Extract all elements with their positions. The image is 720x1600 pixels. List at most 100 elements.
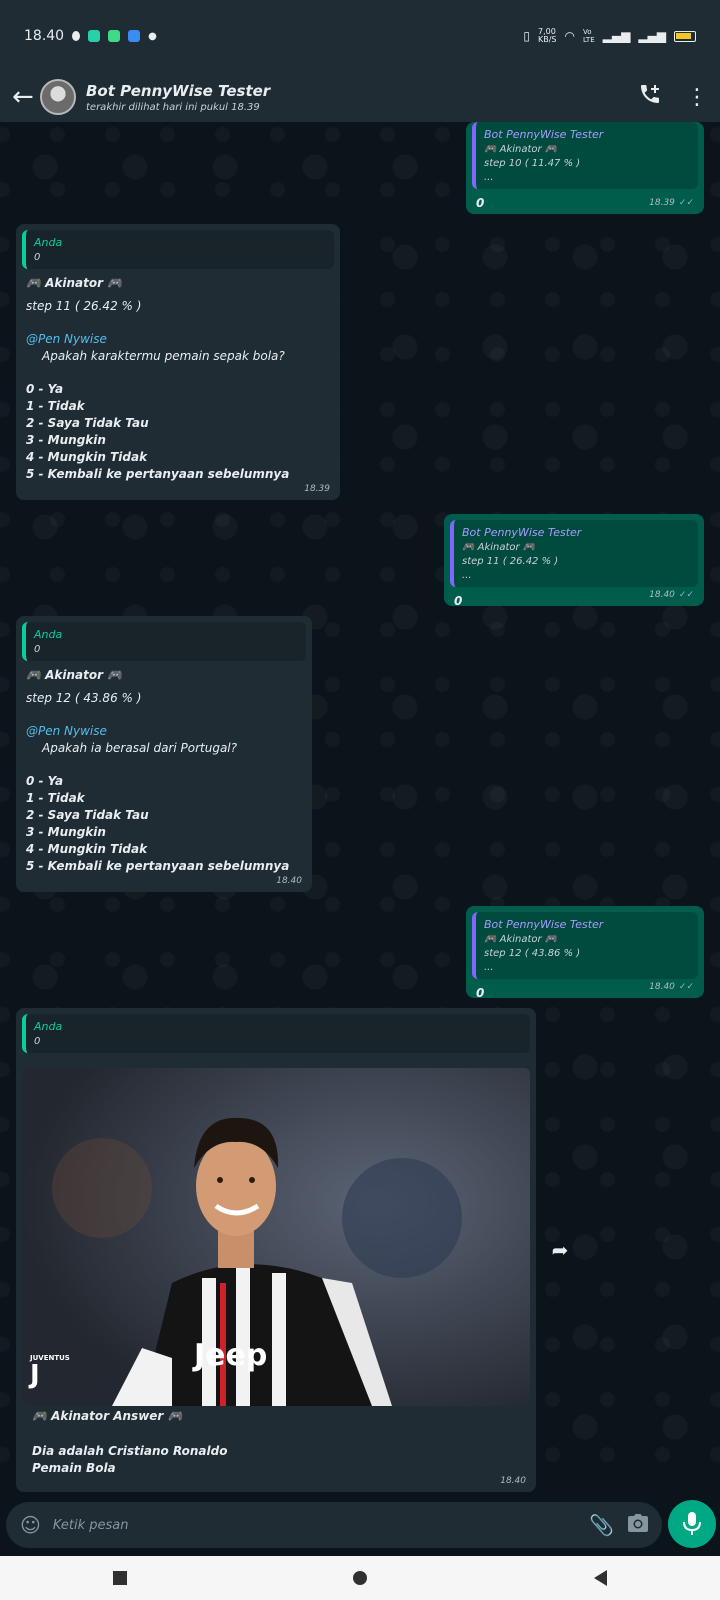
quoted-message[interactable]: Bot PennyWise Tester 🎮 Akinator 🎮 step 1…	[472, 122, 698, 189]
message-composer: ☺ 📎	[6, 1502, 662, 1548]
message-time: 18.40	[276, 876, 302, 886]
quote-author: Anda	[34, 628, 63, 641]
answer-option: 2 - Saya Tidak Tau	[26, 416, 149, 430]
quoted-message[interactable]: Bot PennyWise Tester 🎮 Akinator 🎮 step 1…	[472, 912, 698, 979]
battery-icon	[674, 30, 696, 42]
answer-option: 5 - Kembali ke pertanyaan sebelumnya	[26, 467, 290, 481]
quote-line: step 12 ( 43.86 % )	[484, 948, 581, 959]
message-bubble-incoming[interactable]: Anda 0 🎮 Akinator 🎮 step 11 ( 26.42 % ) …	[16, 224, 340, 500]
answer-option: 2 - Saya Tidak Tau	[26, 808, 149, 822]
read-ticks-icon: ✓✓	[678, 982, 694, 992]
answer-option: 5 - Kembali ke pertanyaan sebelumnya	[26, 859, 290, 873]
emoji-icon[interactable]: ☺	[20, 1513, 41, 1537]
akinator-question: Apakah karaktermu pemain sepak bola?	[42, 349, 285, 363]
status-time: 18.40	[24, 28, 65, 44]
answer-option: 4 - Mungkin Tidak	[26, 842, 148, 856]
chat-title: Bot PennyWise Tester	[86, 81, 271, 100]
quote-line: 0	[34, 644, 41, 655]
mic-icon	[683, 1512, 701, 1535]
wifi-icon: ◠	[564, 29, 575, 43]
akinator-step: step 12 ( 43.86 % )	[26, 691, 142, 705]
akinator-answer-line: Dia adalah Cristiano Ronaldo	[32, 1444, 228, 1458]
message-time: 18.40	[500, 1476, 526, 1486]
answer-option: 0 - Ya	[26, 774, 64, 788]
home-button[interactable]	[353, 1571, 368, 1585]
quoted-message[interactable]: Anda 0	[22, 230, 334, 269]
recents-button[interactable]	[113, 1571, 128, 1585]
back-button[interactable]	[593, 1570, 607, 1586]
answer-option: 3 - Mungkin	[26, 433, 106, 447]
quoted-message[interactable]: Bot PennyWise Tester 🎮 Akinator 🎮 step 1…	[450, 520, 698, 587]
message-bubble-incoming[interactable]: Anda 0 🎮 Akinator 🎮 step 12 ( 43.86 % ) …	[16, 616, 312, 892]
quote-line: 0	[34, 1036, 41, 1047]
message-bubble-outgoing[interactable]: Bot PennyWise Tester 🎮 Akinator 🎮 step 1…	[466, 906, 704, 1000]
more-notifications-dot-icon: ●	[148, 30, 157, 42]
read-ticks-icon: ✓✓	[678, 198, 694, 208]
akinator-title: 🎮 Akinator 🎮	[26, 276, 123, 290]
answer-option: 1 - Tidak	[26, 399, 85, 413]
quote-line: 0	[34, 252, 41, 263]
message-time: 18.40 ✓✓	[649, 590, 694, 600]
read-ticks-icon: ✓✓	[678, 590, 694, 600]
akinator-question: Apakah ia berasal dari Portugal?	[42, 741, 237, 755]
volte-indicator: Vo LTE	[582, 28, 595, 44]
answer-option: 4 - Mungkin Tidak	[26, 450, 148, 464]
message-input[interactable]	[52, 1517, 576, 1533]
quote-author: Bot PennyWise Tester	[484, 918, 604, 931]
message-bubble-outgoing[interactable]: Bot PennyWise Tester 🎮 Akinator 🎮 step 1…	[466, 122, 704, 214]
signal-icon-2: ▂▄▆	[638, 29, 666, 43]
message-photo[interactable]: JUVENTUS J Jeep	[22, 1068, 530, 1406]
answer-option: 3 - Mungkin	[26, 825, 106, 839]
answer-options: 0 - Ya 1 - Tidak 2 - Saya Tidak Tau 3 - …	[16, 381, 340, 483]
quote-line: 🎮 Akinator 🎮	[484, 144, 558, 155]
jersey-sponsor: Jeep	[194, 1338, 268, 1373]
message-time: 18.39	[304, 484, 330, 494]
chat-header-info[interactable]: Bot PennyWise Tester terakhir dilihat ha…	[86, 82, 270, 113]
quote-line: ...	[484, 962, 494, 973]
quote-line: 🎮 Akinator 🎮	[484, 934, 558, 945]
quote-line: 🎮 Akinator 🎮	[462, 542, 536, 553]
quote-author: Bot PennyWise Tester	[462, 526, 582, 539]
quoted-message[interactable]: Anda 0	[22, 1014, 530, 1053]
quote-line: step 10 ( 11.47 % )	[484, 158, 581, 169]
avatar[interactable]	[40, 79, 76, 115]
mention-link[interactable]: @Pen Nywise	[16, 331, 340, 348]
akinator-answer-line: Pemain Bola	[32, 1461, 116, 1475]
status-bar: 18.40 ● ▯ 7,00 KB/S ◠ Vo LTE ▂▄▆ ▂▄▆	[0, 0, 720, 72]
vibrate-icon: ▯	[523, 29, 530, 43]
quote-author: Anda	[34, 1020, 63, 1033]
system-nav-bar	[0, 1556, 720, 1600]
club-logo-mark: J	[30, 1360, 40, 1390]
quote-author: Bot PennyWise Tester	[484, 128, 604, 141]
quote-line: step 11 ( 26.42 % )	[462, 556, 559, 567]
mention-link[interactable]: @Pen Nywise	[16, 723, 312, 740]
back-arrow-icon[interactable]: ←	[12, 82, 36, 112]
quote-author: Anda	[34, 236, 63, 249]
club-logo: JUVENTUS J	[30, 1354, 70, 1390]
quote-line: ...	[462, 570, 472, 581]
attach-icon[interactable]: 📎	[589, 1513, 614, 1537]
answer-option: 1 - Tidak	[26, 791, 85, 805]
net-speed: 7,00 KB/S	[537, 27, 557, 44]
forward-icon[interactable]: ➦	[546, 1236, 574, 1264]
message-bubble-outgoing[interactable]: Bot PennyWise Tester 🎮 Akinator 🎮 step 1…	[444, 514, 704, 608]
answer-options: 0 - Ya 1 - Tidak 2 - Saya Tidak Tau 3 - …	[16, 773, 312, 875]
last-seen: terakhir dilihat hari ini pukul 18.39	[86, 101, 260, 113]
signal-icon-1: ▂▄▆	[602, 29, 631, 43]
quote-line: ...	[484, 172, 494, 183]
more-options-icon[interactable]: ⋮	[686, 85, 708, 110]
akinator-step: step 11 ( 26.42 % )	[26, 299, 142, 313]
message-time: 18.40 ✓✓	[649, 982, 694, 992]
message-time: 18.39 ✓✓	[649, 198, 694, 208]
mic-button[interactable]	[668, 1500, 716, 1548]
add-call-icon[interactable]	[638, 82, 662, 112]
app-icon-2	[108, 30, 121, 42]
app-icon-3	[128, 30, 141, 42]
quoted-message[interactable]: Anda 0	[22, 622, 306, 661]
answer-option: 0 - Ya	[26, 382, 64, 396]
camera-icon[interactable]	[628, 1513, 648, 1537]
notification-bell-icon	[72, 31, 81, 41]
akinator-title: 🎮 Akinator 🎮	[26, 668, 123, 682]
player-photo-illustration	[22, 1068, 530, 1406]
app-icon-1	[88, 30, 101, 42]
